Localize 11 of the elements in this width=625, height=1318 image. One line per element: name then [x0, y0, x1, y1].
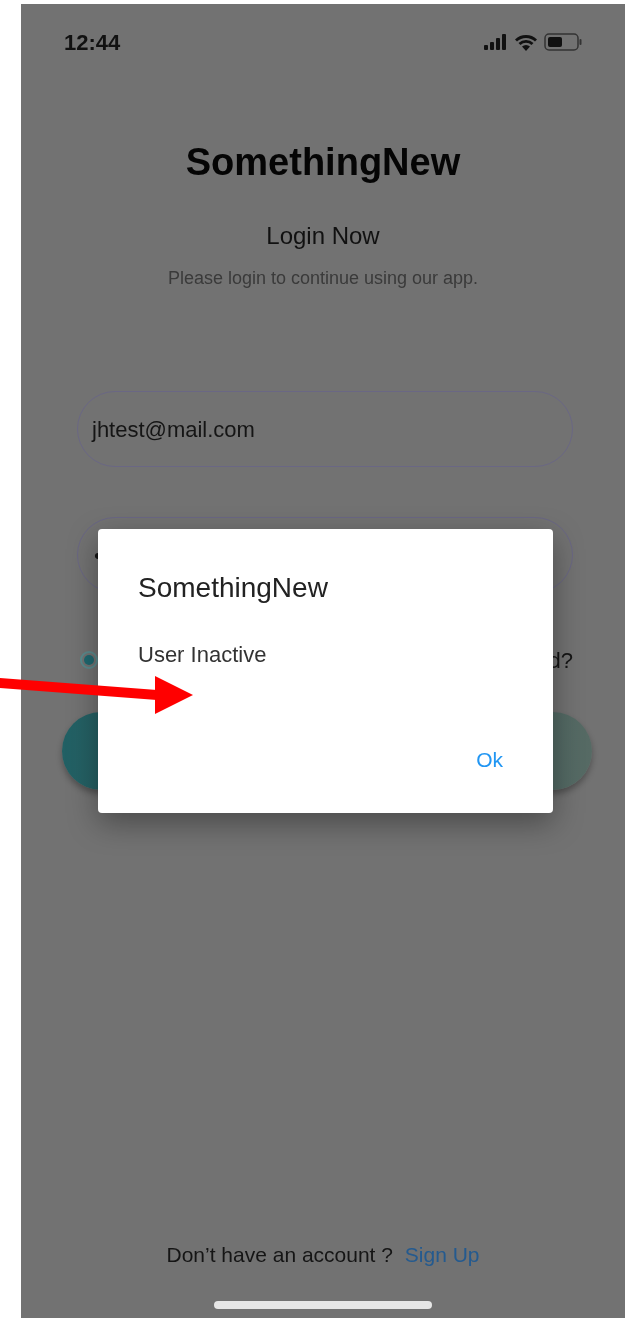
battery-icon: [544, 33, 582, 51]
subtitle: Please login to continue using our app.: [166, 267, 480, 290]
dialog-message: User Inactive: [137, 641, 268, 669]
dialog-ok-button[interactable]: Ok: [464, 739, 515, 781]
status-time: 12:44: [64, 28, 121, 57]
dialog-title: SomethingNew: [137, 571, 329, 605]
login-heading: Login Now: [265, 221, 381, 251]
signal-icon: [484, 34, 508, 50]
wifi-icon: [514, 33, 538, 51]
app-title: SomethingNew: [184, 140, 462, 184]
footer-text: Don’t have an account ?: [166, 1243, 393, 1266]
